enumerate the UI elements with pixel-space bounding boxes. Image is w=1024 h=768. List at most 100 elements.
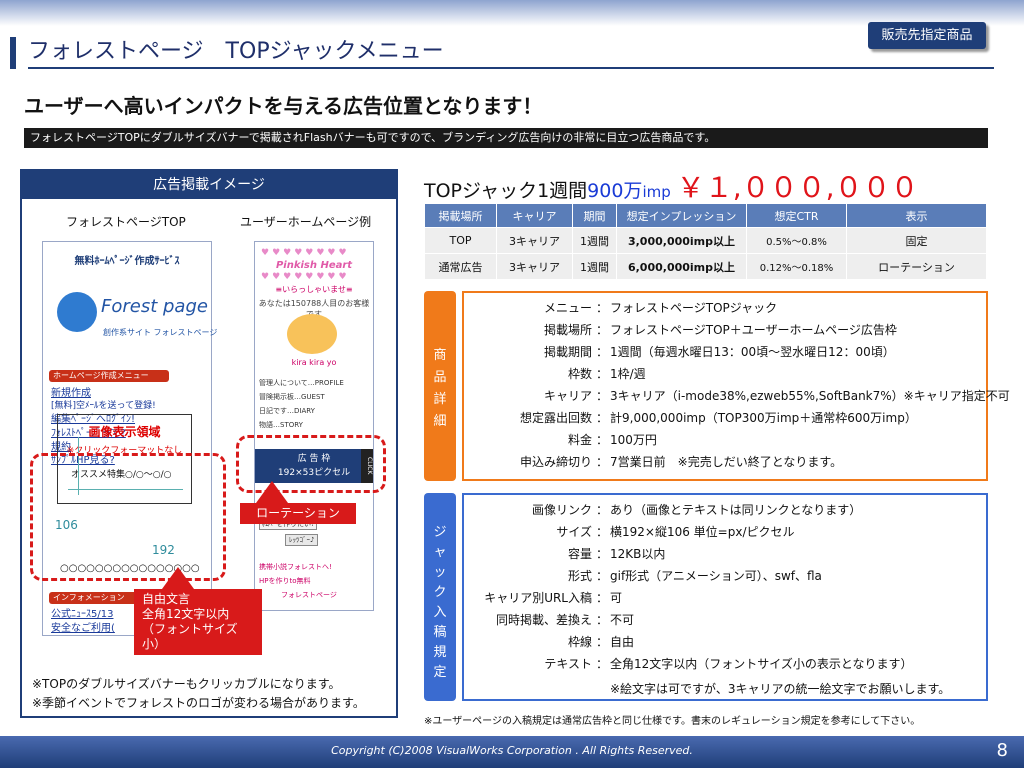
table-header: 表示	[846, 203, 987, 228]
detail-value: 自由	[610, 635, 635, 649]
table-header: 期間	[572, 203, 617, 228]
detail-key: 画像リンク	[531, 503, 592, 517]
table-cell: 3キャリア	[496, 227, 573, 254]
detail-colon: ：	[596, 389, 609, 403]
table-cell: 1週間	[572, 253, 617, 280]
detail-colon: ：	[596, 455, 609, 469]
table-cell: 1週間	[572, 227, 617, 254]
detail-value: フォレストページTOP＋ユーザーホームページ広告枠	[610, 323, 897, 337]
description-bar: フォレストページTOPにダブルサイズバナーで掲載されFlashバナーも可ですので…	[24, 128, 988, 148]
table-cell: 通常広告	[424, 253, 497, 280]
table-header: 想定CTR	[746, 203, 847, 228]
link-diary[interactable]: 日記です…DIARY	[259, 406, 315, 416]
rotation-pointer	[256, 481, 288, 503]
jack-price: ￥１,０００,０００	[676, 171, 919, 204]
copyright: Copyright (C)2008 VisualWorks Corporatio…	[331, 744, 693, 757]
table-cell: 固定	[846, 227, 987, 254]
jack-tab-3: ッ	[433, 565, 447, 580]
table-header: 想定インプレッション	[616, 203, 747, 228]
free-text-pointer	[162, 567, 194, 589]
table-cell: 3キャリア	[496, 253, 573, 280]
table-row: TOP 3キャリア 1週間 3,000,000imp以上 0.5%～0.8% 固…	[424, 227, 987, 254]
kira-tag: kira kira yo	[291, 358, 337, 367]
detail-value: 横192×縦106 単位=px/ピクセル	[610, 525, 795, 539]
detail-value: 1週間（毎週水曜日13：00頃～翌水曜日12：00頃）	[610, 345, 895, 359]
detail-colon: ：	[596, 301, 609, 315]
link-story[interactable]: 物語…STORY	[259, 420, 303, 430]
jack-tab-7: 規	[433, 645, 447, 660]
detail-key: 形式	[567, 569, 592, 583]
detail-colon: ：	[596, 367, 609, 381]
jack-extra-note: ※絵文字は可ですが、3キャリアの統一絵文字でお願いします。	[610, 682, 951, 696]
detail-colon: ：	[596, 591, 609, 605]
detail-colon: ：	[596, 323, 609, 337]
rotation-label: ローテーション	[240, 503, 356, 524]
free-text-label: 自由文言 全角12文字以内 （フォントサイズ小）	[134, 589, 262, 655]
free-text-line2: 全角12文字以内	[142, 607, 230, 621]
detail-key: 料金	[567, 433, 592, 447]
detail-value: 全角12文字以内（フォントサイズ小の表示となります）	[610, 657, 913, 671]
table-cell: 0.5%～0.8%	[746, 227, 847, 254]
headline: ユーザーへ高いインパクトを与える広告位置となります！	[24, 94, 543, 118]
detail-key: 想定露出回数	[519, 411, 592, 425]
link-profile[interactable]: 管理人について…PROFILE	[259, 378, 344, 388]
detail-value: 計9,000,000imp（TOP300万imp＋通常枠600万imp）	[610, 411, 917, 425]
jack-tab-6: 稿	[433, 625, 447, 640]
col-label-user: ユーザーホームページ例	[240, 215, 372, 229]
bottom-link-3[interactable]: フォレストページ	[281, 590, 337, 600]
highlight-image-area	[30, 453, 226, 581]
menu-bar: ホームページ作成メニュー	[49, 370, 169, 382]
panel-header: 広告掲載イメージ	[22, 171, 396, 199]
detail-key: 申込み締切り	[519, 455, 592, 469]
detail-key: 掲載場所	[543, 323, 592, 337]
free-text-line3: （フォントサイズ小）	[142, 622, 238, 651]
detail-key: 枠数	[567, 367, 592, 381]
table-cell: 0.12%～0.18%	[746, 253, 847, 280]
table-cell: 6,000,000imp以上	[616, 253, 747, 280]
info-item-safety[interactable]: 安全なご利用(	[51, 619, 115, 634]
free-text-line1: 自由文言	[142, 592, 191, 606]
detail-value: 7営業日前 ※完売しだい終了となります。	[610, 455, 843, 469]
site-name: Pinkish Heart	[275, 260, 353, 271]
detail-key: 枠線	[567, 635, 592, 649]
slide: 販売先指定商品 フォレストページ TOPジャックメニュー ユーザーへ高いインパク…	[0, 0, 1024, 768]
detail-key: 容量	[567, 547, 592, 561]
title-accent	[10, 37, 16, 69]
link-guest[interactable]: 冒険掲示板…GUEST	[259, 392, 325, 402]
info-item-news[interactable]: 公式ﾆｭｰｽ5/13	[51, 605, 113, 620]
jack-title-imp: imp	[642, 183, 671, 201]
detail-key: キャリア別URL入稿	[484, 591, 592, 605]
table-cell: 3,000,000imp以上	[616, 227, 747, 254]
detail-key: テキスト	[544, 657, 592, 671]
detail-colon: ：	[596, 613, 609, 627]
form-button[interactable]: ﾚｯﾂｺﾞｰ♪	[285, 534, 319, 546]
table-header-row: 掲載場所 キャリア 期間 想定インプレッション 想定CTR 表示	[424, 203, 987, 228]
detail-colon: ：	[596, 569, 609, 583]
product-tab-4: 細	[433, 414, 447, 429]
forest-logo-icon	[57, 292, 97, 332]
detail-key: サイズ	[556, 525, 592, 539]
jack-title-main: TOPジャック1週間	[424, 180, 588, 202]
bottom-link-1[interactable]: 携帯小説フォレストへ!	[259, 562, 332, 572]
detail-value: 3キャリア（i-mode38%,ezweb55%,SoftBank7%）※キャリ…	[610, 389, 1010, 403]
hearts-row-2: ♥♥♥♥♥♥♥♥	[261, 272, 350, 282]
product-detail-box: メニュー：フォレストページTOPジャック 掲載場所：フォレストページTOP＋ユーザ…	[462, 291, 1010, 481]
detail-colon: ：	[596, 635, 609, 649]
detail-value: 12KB以内	[610, 547, 666, 561]
menu-item-new[interactable]: 新規作成	[51, 384, 91, 399]
ad-image-panel: 広告掲載イメージ フォレストページTOP ユーザーホームページ例 無料ﾎｰﾑﾍﾟ…	[20, 169, 398, 718]
detail-key: 掲載期間	[543, 345, 592, 359]
logo-subtitle: 創作系サイト フォレストページ	[103, 328, 218, 337]
detail-colon: ：	[596, 411, 609, 425]
jack-tab-5: 入	[433, 605, 447, 620]
detail-value: 1枠/週	[610, 367, 646, 381]
detail-colon: ：	[596, 345, 609, 359]
table-header: 掲載場所	[424, 203, 497, 228]
jack-regulation-box: 画像リンク：あり（画像とテキストは同リンクとなります） サイズ：横192×縦106…	[462, 493, 988, 701]
product-tab: 商品詳細	[424, 291, 456, 481]
table-row: 通常広告 3キャリア 1週間 6,000,000imp以上 0.12%～0.18…	[424, 253, 987, 280]
footer: Copyright (C)2008 VisualWorks Corporatio…	[0, 736, 1024, 768]
detail-key: キャリア	[543, 389, 592, 403]
detail-value: 可	[610, 591, 623, 605]
bottom-link-2[interactable]: HPを作りto無料	[259, 576, 311, 586]
